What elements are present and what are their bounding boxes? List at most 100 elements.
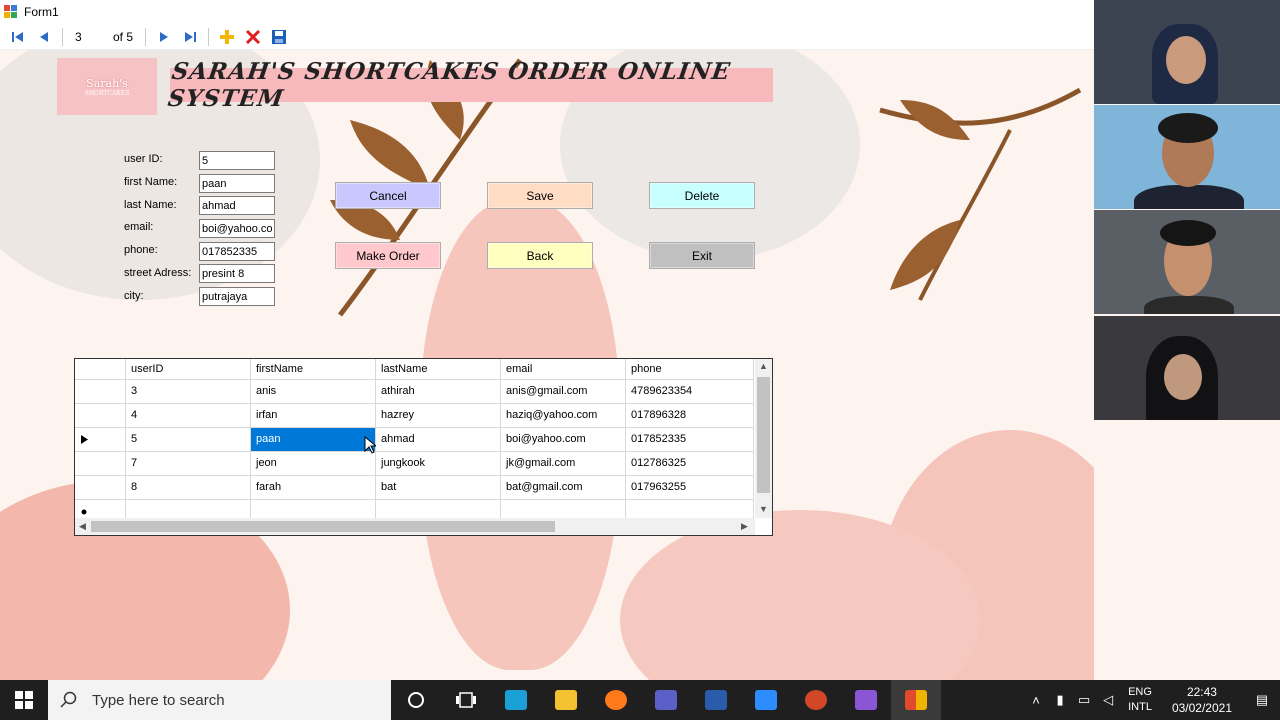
row-selector[interactable] (75, 452, 126, 476)
taskbar-app-word[interactable] (691, 680, 741, 720)
grid-cell[interactable]: 4789623354 (626, 380, 754, 404)
grid-cell[interactable]: 3 (126, 380, 251, 404)
taskbar-app-form-active[interactable] (891, 680, 941, 720)
grid-cell[interactable]: 4 (126, 404, 251, 428)
grid-cell[interactable]: jungkook (376, 452, 501, 476)
move-last-icon (185, 31, 197, 42)
city-field[interactable] (199, 287, 275, 306)
make-order-button[interactable]: Make Order (335, 242, 441, 269)
taskbar-app-zoom[interactable] (741, 680, 791, 720)
grid-cell[interactable]: anis (251, 380, 376, 404)
cortana-button[interactable] (391, 680, 441, 720)
save-button[interactable]: Save (487, 182, 593, 209)
table-row[interactable]: 8 farah bat bat@gmail.com 017963255 (75, 476, 754, 500)
taskbar-app-teams[interactable] (641, 680, 691, 720)
move-previous-button[interactable] (34, 27, 54, 47)
grid-cell[interactable]: 017896328 (626, 404, 754, 428)
grid-cell[interactable]: bat (376, 476, 501, 500)
save-data-button[interactable] (269, 27, 289, 47)
table-row-current[interactable]: 5 paan ahmad boi@yahoo.com 017852335 (75, 428, 754, 452)
street-address-field[interactable] (199, 264, 275, 283)
row-selector[interactable] (75, 380, 126, 404)
taskbar-clock[interactable]: 22:43 03/02/2021 (1172, 684, 1232, 716)
grid-cell[interactable]: 017963255 (626, 476, 754, 500)
volume-icon[interactable]: ◁ (1096, 692, 1120, 708)
email-field[interactable] (199, 219, 275, 238)
taskbar-search-box[interactable]: Type here to search (48, 680, 391, 720)
new-row-star-icon (81, 509, 87, 514)
row-selector[interactable] (75, 428, 126, 452)
exit-button[interactable]: Exit (649, 242, 755, 269)
vertical-scrollbar[interactable]: ▲ ▼ (755, 359, 772, 518)
taskbar-app-firefox[interactable] (591, 680, 641, 720)
scroll-down-icon[interactable]: ▼ (759, 504, 768, 514)
scroll-up-icon[interactable]: ▲ (759, 361, 768, 371)
grid-cell[interactable]: 5 (126, 428, 251, 452)
cancel-button[interactable]: Cancel (335, 182, 441, 209)
move-first-button[interactable] (8, 27, 28, 47)
grid-cell[interactable]: 012786325 (626, 452, 754, 476)
grid-cell[interactable]: jeon (251, 452, 376, 476)
start-button[interactable] (0, 680, 48, 720)
participant-video-tile[interactable] (1094, 210, 1280, 314)
taskbar-app-powerpoint[interactable] (791, 680, 841, 720)
grid-cell[interactable]: 7 (126, 452, 251, 476)
grid-cell[interactable]: hazrey (376, 404, 501, 428)
grid-cell[interactable]: irfan (251, 404, 376, 428)
table-row[interactable]: 7 jeon jungkook jk@gmail.com 012786325 (75, 452, 754, 476)
grid-cell[interactable]: jk@gmail.com (501, 452, 626, 476)
clock-time: 22:43 (1186, 685, 1217, 699)
column-header-userid[interactable]: userID (126, 359, 251, 380)
move-previous-icon (40, 31, 48, 42)
move-last-button[interactable] (180, 27, 200, 47)
system-tray: ˄ ▮ ▭ ◁ ENG INTL 22:43 03/02/2021 ▤ (1024, 680, 1280, 720)
grid-cell[interactable]: boi@yahoo.com (501, 428, 626, 452)
taskbar-app-visual-studio[interactable] (841, 680, 891, 720)
move-next-button[interactable] (154, 27, 174, 47)
add-new-button[interactable] (217, 27, 237, 47)
grid-cell[interactable]: 8 (126, 476, 251, 500)
user-id-field[interactable] (199, 151, 275, 170)
participant-video-tile[interactable] (1094, 316, 1280, 420)
task-view-button[interactable] (441, 680, 491, 720)
table-row[interactable]: 4 irfan hazrey haziq@yahoo.com 017896328 (75, 404, 754, 428)
grid-cell[interactable]: athirah (376, 380, 501, 404)
input-language-indicator[interactable]: ENG INTL (1128, 685, 1152, 715)
grid-cell[interactable]: anis@gmail.com (501, 380, 626, 404)
last-name-field[interactable] (199, 196, 275, 215)
action-center-icon[interactable]: ▤ (1244, 692, 1280, 708)
microphone-icon[interactable]: ▮ (1048, 692, 1072, 708)
taskbar-app-explorer[interactable] (541, 680, 591, 720)
grid-cell[interactable]: haziq@yahoo.com (501, 404, 626, 428)
row-selector[interactable] (75, 404, 126, 428)
grid-cell[interactable]: 017852335 (626, 428, 754, 452)
grid-cell[interactable]: ahmad (376, 428, 501, 452)
grid-cell[interactable]: bat@gmail.com (501, 476, 626, 500)
column-header-email[interactable]: email (501, 359, 626, 380)
participant-video-tile[interactable] (1094, 0, 1280, 104)
column-header-lastname[interactable]: lastName (376, 359, 501, 380)
city-label: city: (124, 290, 144, 302)
grid-cell-selected[interactable]: paan (251, 428, 376, 452)
customer-data-grid[interactable]: userID firstName lastName email phone 3 … (74, 358, 773, 536)
column-header-firstname[interactable]: firstName (251, 359, 376, 380)
scroll-right-icon[interactable]: ▶ (741, 521, 748, 532)
phone-field[interactable] (199, 242, 275, 261)
scroll-left-icon[interactable]: ◀ (79, 521, 86, 532)
participant-video-tile[interactable] (1094, 105, 1280, 209)
back-button[interactable]: Back (487, 242, 593, 269)
delete-record-button[interactable] (243, 27, 263, 47)
table-row[interactable]: 3 anis athirah anis@gmail.com 4789623354 (75, 380, 754, 404)
vertical-scroll-thumb[interactable] (757, 377, 770, 493)
delete-button[interactable]: Delete (649, 182, 755, 209)
show-hidden-icons-icon[interactable]: ˄ (1024, 693, 1048, 708)
row-selector[interactable] (75, 476, 126, 500)
horizontal-scrollbar[interactable]: ◀ ▶ (75, 518, 755, 535)
horizontal-scroll-thumb[interactable] (91, 521, 555, 532)
taskbar-app-edge[interactable] (491, 680, 541, 720)
first-name-field[interactable] (199, 174, 275, 193)
column-header-phone[interactable]: phone (626, 359, 754, 380)
position-input[interactable] (71, 27, 107, 46)
battery-icon[interactable]: ▭ (1072, 692, 1096, 708)
grid-cell[interactable]: farah (251, 476, 376, 500)
